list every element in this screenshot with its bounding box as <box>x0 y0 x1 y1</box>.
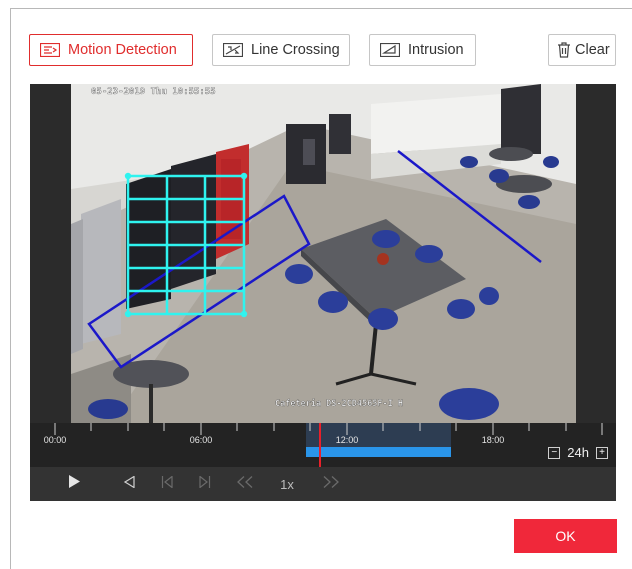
line-crossing-button[interactable]: Line Crossing <box>212 34 350 66</box>
osd-timestamp: 05-23-2019 Thu 10:55:55 <box>91 87 216 97</box>
previous-frame-icon <box>123 475 135 493</box>
playback-speed: 1x <box>280 476 294 492</box>
intrusion-button[interactable]: Intrusion <box>369 34 476 66</box>
timeline-track <box>54 423 603 467</box>
timeline-label: 00:00 <box>43 435 67 445</box>
clear-button[interactable]: Clear <box>548 34 616 66</box>
intrusion-label: Intrusion <box>408 42 464 58</box>
line-crossing-icon <box>223 43 243 57</box>
step-back-icon <box>161 475 173 493</box>
recording-bar <box>306 447 451 457</box>
step-forward-button[interactable] <box>196 467 214 501</box>
motion-detection-icon <box>40 43 60 57</box>
trash-icon <box>557 42 571 58</box>
clear-label: Clear <box>575 42 610 58</box>
zoom-out-button[interactable]: − <box>548 446 561 459</box>
timeline[interactable]: 00:00 06:00 12:00 18:00 − 24h + <box>30 423 616 467</box>
camera-view[interactable]: 05-23-2019 Thu 10:55:55 Cafeteria DS-2CD… <box>71 84 576 423</box>
timeline-label: 12:00 <box>335 435 359 445</box>
intrusion-icon <box>380 43 400 57</box>
play-icon <box>68 475 80 493</box>
slow-down-icon <box>236 475 254 493</box>
timeline-label: 18:00 <box>481 435 505 445</box>
zoom-level: 24h <box>567 445 589 460</box>
ok-button[interactable]: OK <box>514 519 617 553</box>
motion-detection-label: Motion Detection <box>68 42 177 58</box>
osd-camera-name: Cafeteria DS-2CD4565F-I H <box>275 398 403 409</box>
slow-down-button[interactable] <box>234 467 256 501</box>
zoom-in-button[interactable]: + <box>596 446 608 459</box>
line-crossing-label: Line Crossing <box>251 42 340 58</box>
speed-up-icon <box>322 475 340 493</box>
playback-controls: 1x <box>30 467 616 501</box>
speed-up-button[interactable] <box>320 467 342 501</box>
play-button[interactable] <box>64 467 84 501</box>
timeline-label: 06:00 <box>189 435 213 445</box>
step-back-button[interactable] <box>158 467 176 501</box>
camera-scene: 05-23-2019 Thu 10:55:55 Cafeteria DS-2CD… <box>71 84 576 423</box>
previous-frame-button[interactable] <box>120 467 138 501</box>
step-forward-icon <box>199 475 211 493</box>
motion-detection-button[interactable]: Motion Detection <box>29 34 193 66</box>
video-player: 05-23-2019 Thu 10:55:55 Cafeteria DS-2CD… <box>30 84 616 501</box>
timeline-zoom: − 24h + <box>548 445 608 460</box>
